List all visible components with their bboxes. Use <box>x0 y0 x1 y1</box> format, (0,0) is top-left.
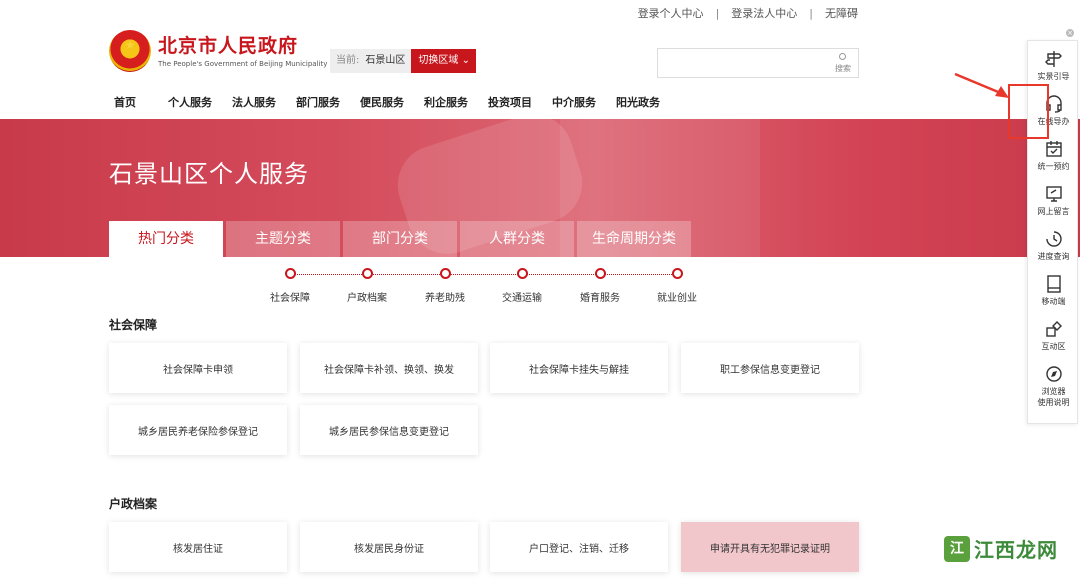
service-card[interactable]: 社会保障卡补领、换领、换发 <box>300 343 478 393</box>
headset-icon <box>1045 95 1062 113</box>
watermark-logo: 江 <box>944 535 970 562</box>
interact-icon <box>1045 321 1062 337</box>
sidebar-item-mobile[interactable]: 移动端 <box>1028 274 1079 307</box>
nav-personal[interactable]: 个人服务 <box>168 94 212 110</box>
timeline-dot-icon <box>439 268 451 279</box>
timeline-dot-icon <box>516 268 528 279</box>
floating-sidebar: 实景引导 在线导办 统一预约 网上留言 进度查询 移动端 互动区 浏览器 使用说… <box>1027 40 1078 424</box>
timeline-dot-icon <box>594 268 606 279</box>
section-title: 社会保障 <box>109 318 158 332</box>
service-card[interactable]: 社会保障卡挂失与解挂 <box>490 343 668 393</box>
national-emblem-icon <box>109 30 151 72</box>
tablet-icon <box>1046 275 1061 293</box>
timeline-dot-icon <box>361 268 373 279</box>
timeline-label: 就业创业 <box>657 293 697 304</box>
annotation-arrow-icon <box>954 72 1009 98</box>
top-links: 登录个人中心 | 登录法人中心 | 无障碍 <box>638 5 858 21</box>
calendar-icon <box>1045 141 1062 157</box>
region-name: 石景山区 <box>365 55 406 66</box>
timeline-label: 户政档案 <box>347 293 387 304</box>
timeline-dot-icon <box>284 268 296 279</box>
sidebar-item-guide[interactable]: 实景引导 <box>1028 49 1079 82</box>
sidebar-label: 实景引导 <box>1037 72 1070 81</box>
login-personal-link[interactable]: 登录个人中心 <box>638 5 704 21</box>
watermark-text: 江西龙网 <box>974 538 1058 562</box>
current-region: 当前: 石景山区 <box>330 49 412 73</box>
message-icon <box>1045 186 1062 202</box>
timeline-item[interactable]: 户政档案 <box>337 268 397 304</box>
region-prefix: 当前: <box>336 55 360 66</box>
section-title: 户政档案 <box>109 497 158 511</box>
clock-icon <box>1045 231 1062 247</box>
sidebar-label: 移动端 <box>1041 297 1066 306</box>
logo-title: 北京市人民政府 <box>158 34 299 57</box>
sidebar-label: 浏览器 <box>1041 387 1066 396</box>
sidebar-label: 进度查询 <box>1037 252 1070 261</box>
nav-home[interactable]: 首页 <box>114 94 136 110</box>
chevron-down-icon: ⌄ <box>461 55 470 66</box>
region-selector: 当前: 石景山区 切换区域 ⌄ <box>330 49 476 73</box>
accessibility-link[interactable]: 无障碍 <box>825 5 858 21</box>
service-card[interactable]: 社会保障卡申领 <box>109 343 287 393</box>
tab-lifecycle[interactable]: 生命周期分类 <box>577 221 691 258</box>
sidebar-item-progress[interactable]: 进度查询 <box>1028 229 1079 262</box>
nav-corporate[interactable]: 法人服务 <box>232 94 276 110</box>
sidebar-item-browser[interactable]: 浏览器 使用说明 <box>1028 364 1079 408</box>
service-card[interactable]: 城乡居民参保信息变更登记 <box>300 405 478 455</box>
service-card[interactable]: 城乡居民养老保险参保登记 <box>109 405 287 455</box>
sidebar-label: 使用说明 <box>1037 398 1070 407</box>
switch-region-label: 切换区域 <box>418 55 459 66</box>
nav-investment[interactable]: 投资项目 <box>488 94 532 110</box>
category-tabs: 热门分类 主题分类 部门分类 人群分类 生命周期分类 <box>109 221 694 258</box>
login-corporate-link[interactable]: 登录法人中心 <box>731 5 797 21</box>
watermark: 江 江西龙网 <box>944 534 1058 563</box>
sidebar-item-message[interactable]: 网上留言 <box>1028 184 1079 217</box>
sidebar-item-appointment[interactable]: 统一预约 <box>1028 139 1079 172</box>
sidebar-label: 互动区 <box>1041 342 1066 351</box>
nav-agency[interactable]: 中介服务 <box>552 94 596 110</box>
timeline-item[interactable]: 社会保障 <box>260 268 320 304</box>
service-card[interactable]: 职工参保信息变更登记 <box>681 343 859 393</box>
sidebar-item-online[interactable]: 在线导办 <box>1028 94 1079 127</box>
service-card-highlighted[interactable]: 申请开具有无犯罪记录证明 <box>681 522 859 572</box>
timeline-label: 婚育服务 <box>580 293 620 304</box>
page-title: 石景山区个人服务 <box>109 160 309 188</box>
tab-department[interactable]: 部门分类 <box>343 221 457 258</box>
timeline-item[interactable]: 养老助残 <box>415 268 475 304</box>
sidebar-label: 网上留言 <box>1037 207 1070 216</box>
search-box[interactable]: 搜索 <box>657 48 859 78</box>
timeline-label: 交通运输 <box>502 293 542 304</box>
category-timeline: 社会保障 户政档案 养老助残 交通运输 婚育服务 就业创业 <box>270 268 700 308</box>
sidebar-label: 统一预约 <box>1037 162 1070 171</box>
search-label[interactable]: 搜索 <box>835 63 851 74</box>
service-card[interactable]: 户口登记、注销、迁移 <box>490 522 668 572</box>
logo-subtitle: The People's Government of Beijing Munic… <box>158 59 328 68</box>
nav-business[interactable]: 利企服务 <box>424 94 468 110</box>
timeline-dot-icon <box>671 268 683 279</box>
search-icon[interactable] <box>839 53 846 60</box>
nav-sunshine[interactable]: 阳光政务 <box>616 94 660 110</box>
main-nav: 首页 个人服务 法人服务 部门服务 便民服务 利企服务 投资项目 中介服务 阳光… <box>114 94 660 110</box>
service-card[interactable]: 核发居民身份证 <box>300 522 478 572</box>
divider: | <box>715 6 720 20</box>
sidebar-item-interact[interactable]: 互动区 <box>1028 319 1079 352</box>
sidebar-label: 在线导办 <box>1037 117 1070 126</box>
close-icon[interactable]: × <box>1066 29 1074 37</box>
tab-theme[interactable]: 主题分类 <box>226 221 340 258</box>
signpost-icon <box>1044 51 1062 67</box>
timeline-label: 养老助残 <box>425 293 465 304</box>
divider: | <box>809 6 813 20</box>
service-card[interactable]: 核发居住证 <box>109 522 287 572</box>
switch-region-button[interactable]: 切换区域 ⌄ <box>411 49 476 73</box>
nav-convenience[interactable]: 便民服务 <box>360 94 404 110</box>
tab-hot[interactable]: 热门分类 <box>109 221 223 258</box>
timeline-item[interactable]: 就业创业 <box>647 268 707 304</box>
nav-department[interactable]: 部门服务 <box>296 94 340 110</box>
site-logo[interactable]: 北京市人民政府 The People's Government of Beiji… <box>109 30 327 72</box>
timeline-label: 社会保障 <box>270 293 310 304</box>
tab-group[interactable]: 人群分类 <box>460 221 574 258</box>
timeline-item[interactable]: 婚育服务 <box>570 268 630 304</box>
timeline-item[interactable]: 交通运输 <box>492 268 552 304</box>
compass-icon <box>1045 366 1062 382</box>
